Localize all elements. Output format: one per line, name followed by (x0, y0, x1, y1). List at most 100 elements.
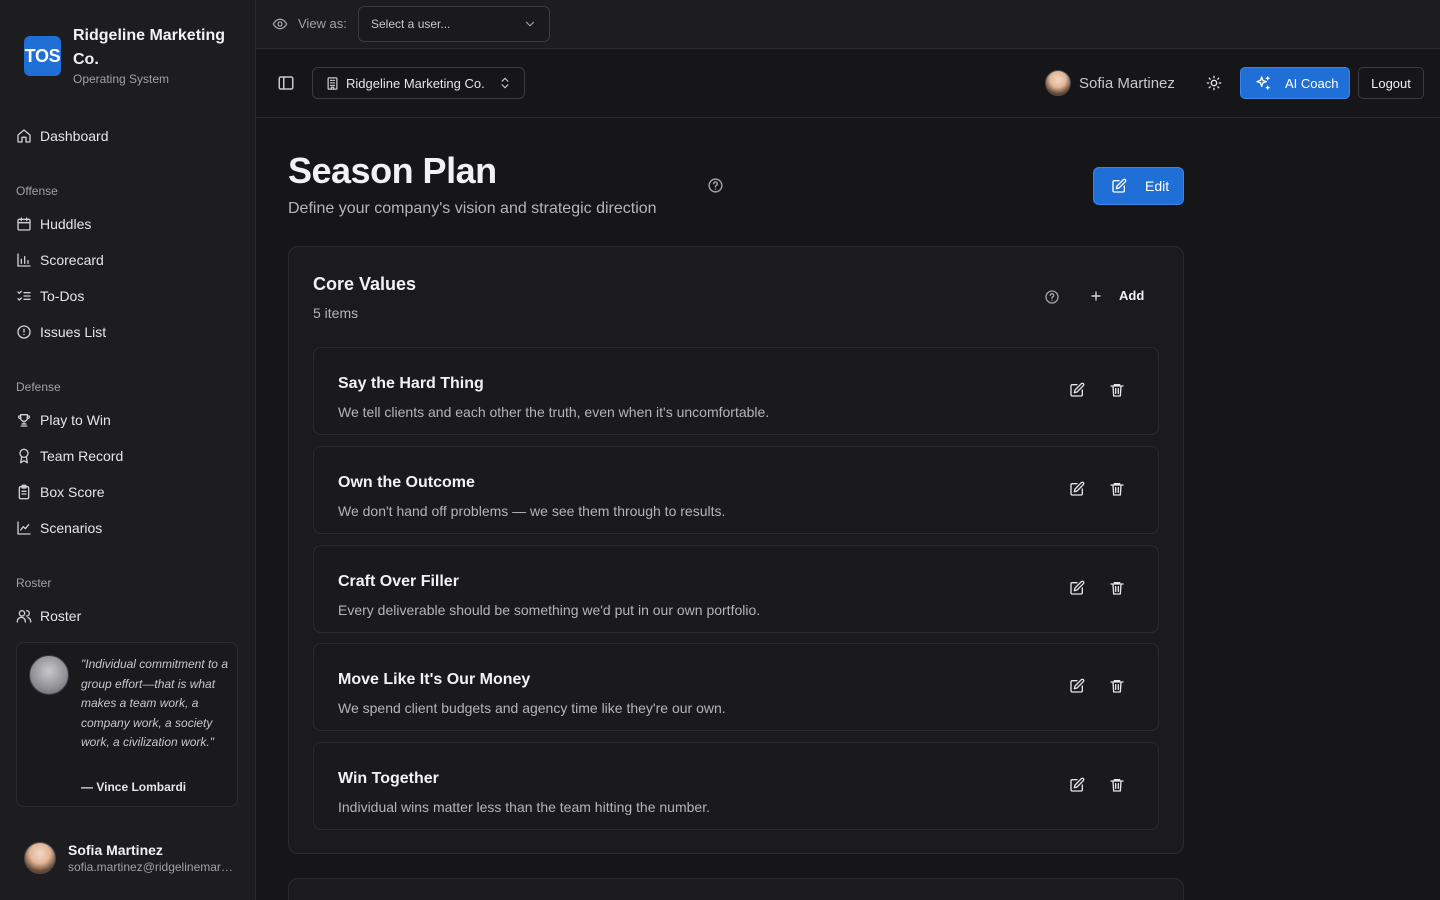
sidebar-item-label: Box Score (40, 484, 105, 500)
core-value-description: We tell clients and each other the truth… (338, 404, 770, 420)
org-switcher[interactable]: Ridgeline Marketing Co. (312, 67, 525, 99)
core-value-title: Craft Over Filler (338, 573, 459, 590)
edit-icon (1112, 178, 1127, 193)
sidebar-item-label: Scorecard (40, 252, 104, 268)
trash-icon[interactable] (1109, 481, 1125, 497)
core-value-item: Win Together Individual wins matter less… (313, 742, 1159, 830)
trash-icon[interactable] (1109, 678, 1125, 694)
core-value-title: Own the Outcome (338, 474, 475, 491)
sidebar-toggle-icon[interactable] (277, 74, 295, 92)
sidebar-item-label: Huddles (40, 216, 92, 232)
sidebar-item-box-score[interactable]: Box Score (16, 478, 105, 506)
avatar (1045, 70, 1071, 96)
core-value-title: Win Together (338, 770, 439, 787)
chevron-down-icon (525, 21, 535, 27)
sidebar-item-label: Issues List (40, 324, 107, 340)
alert-circle-icon (17, 325, 31, 339)
sun-icon[interactable] (1206, 75, 1222, 91)
edit-icon[interactable] (1069, 580, 1085, 596)
user-email: sofia.martinez@ridgelinemarketing.com (68, 860, 233, 874)
quote-author: — Vince Lombardi (81, 780, 187, 794)
user-name: Sofia Martinez (68, 842, 163, 858)
trash-icon[interactable] (1109, 777, 1125, 793)
sidebar-item-team-record[interactable]: Team Record (16, 442, 123, 470)
next-section-card (288, 878, 1184, 900)
core-values-card: Core Values 5 items Add Say the Hard Thi… (288, 246, 1184, 854)
edit-icon[interactable] (1069, 382, 1085, 398)
sidebar-item-label: Scenarios (40, 520, 103, 536)
eye-icon (272, 18, 288, 30)
sidebar-item-label: To-Dos (40, 288, 85, 304)
chevrons-up-down-icon (501, 77, 509, 89)
core-value-item: Own the Outcome We don't hand off proble… (313, 446, 1159, 534)
help-circle-icon[interactable] (707, 177, 724, 194)
core-value-item: Move Like It's Our Money We spend client… (313, 643, 1159, 731)
view-as-placeholder: Select a user... (371, 17, 451, 31)
line-chart-icon (17, 521, 31, 535)
core-value-title: Move Like It's Our Money (338, 671, 531, 688)
award-icon (19, 448, 29, 464)
ai-coach-label: AI Coach (1285, 75, 1339, 91)
sidebar-item-dashboard[interactable]: Dashboard (16, 122, 109, 150)
sidebar-item-scenarios[interactable]: Scenarios (16, 514, 102, 542)
sidebar-user[interactable]: Sofia Martinez sofia.martinez@ridgelinem… (24, 842, 233, 874)
sidebar-item-label: Play to Win (40, 412, 111, 428)
help-circle-icon[interactable] (1044, 289, 1060, 305)
core-value-description: Individual wins matter less than the tea… (338, 799, 710, 815)
add-core-value-button[interactable]: Add (1089, 288, 1144, 303)
brand-subtitle: Operating System (73, 72, 170, 86)
nav-section-defense: Defense (16, 380, 61, 394)
users-icon (16, 610, 32, 623)
plus-icon (1091, 290, 1101, 301)
trophy-icon (17, 414, 31, 427)
edit-icon[interactable] (1069, 678, 1085, 694)
sidebar-item-scorecard[interactable]: Scorecard (16, 246, 104, 274)
core-value-item: Say the Hard Thing We tell clients and e… (313, 347, 1159, 435)
home-icon (17, 129, 31, 143)
view-as-select[interactable]: Select a user... (358, 6, 550, 42)
brand[interactable]: TOS Ridgeline Marketing Co. Operating Sy… (24, 24, 243, 86)
add-label: Add (1119, 288, 1145, 303)
core-value-title: Say the Hard Thing (338, 375, 484, 392)
org-name: Ridgeline Marketing Co. (346, 75, 485, 91)
edit-label: Edit (1145, 178, 1170, 194)
logout-button[interactable]: Logout (1358, 67, 1424, 99)
sidebar-item-label: Team Record (40, 448, 124, 464)
edit-icon[interactable] (1069, 481, 1085, 497)
trash-icon[interactable] (1109, 382, 1125, 398)
header-user[interactable]: Sofia Martinez (1045, 70, 1175, 96)
core-value-description: We don't hand off problems — we see them… (338, 503, 726, 519)
view-as-label: View as: (298, 16, 347, 31)
core-value-description: Every deliverable should be something we… (338, 602, 761, 618)
quote-card: "Individual commitment to a group effort… (16, 642, 238, 807)
quote-author-avatar (29, 655, 69, 695)
clipboard-icon (18, 484, 30, 500)
checklist-icon (17, 290, 31, 301)
ai-coach-button[interactable]: AI Coach (1240, 67, 1350, 99)
sidebar-item-huddles[interactable]: Huddles (16, 210, 91, 238)
edit-button[interactable]: Edit (1093, 167, 1184, 205)
app-header: Ridgeline Marketing Co. Sofia Martinez A… (256, 49, 1440, 118)
calendar-icon (17, 217, 31, 231)
sidebar-item-label: Dashboard (40, 128, 109, 144)
brand-name: Ridgeline Marketing Co. (73, 27, 226, 68)
core-values-title: Core Values (313, 274, 417, 294)
sidebar-item-roster[interactable]: Roster (16, 602, 81, 630)
quote-text: "Individual commitment to a group effort… (81, 657, 228, 750)
avatar (24, 842, 56, 874)
core-values-count: 5 items (313, 305, 359, 321)
sidebar: TOS Ridgeline Marketing Co. Operating Sy… (0, 0, 256, 900)
bar-chart-icon (17, 253, 31, 267)
nav-section-roster: Roster (16, 576, 52, 590)
trash-icon[interactable] (1109, 580, 1125, 596)
page-title: Season Plan (288, 150, 497, 191)
sparkles-icon (1256, 76, 1270, 90)
sidebar-item-issues[interactable]: Issues List (16, 318, 106, 346)
brand-logo: TOS (24, 36, 61, 76)
sidebar-item-label: Roster (40, 608, 82, 624)
edit-icon[interactable] (1069, 777, 1085, 793)
core-value-description: We spend client budgets and agency time … (338, 700, 726, 716)
sidebar-item-todos[interactable]: To-Dos (16, 282, 84, 310)
sidebar-item-play-to-win[interactable]: Play to Win (16, 406, 111, 434)
view-as-bar: View as: Select a user... (256, 0, 1440, 49)
